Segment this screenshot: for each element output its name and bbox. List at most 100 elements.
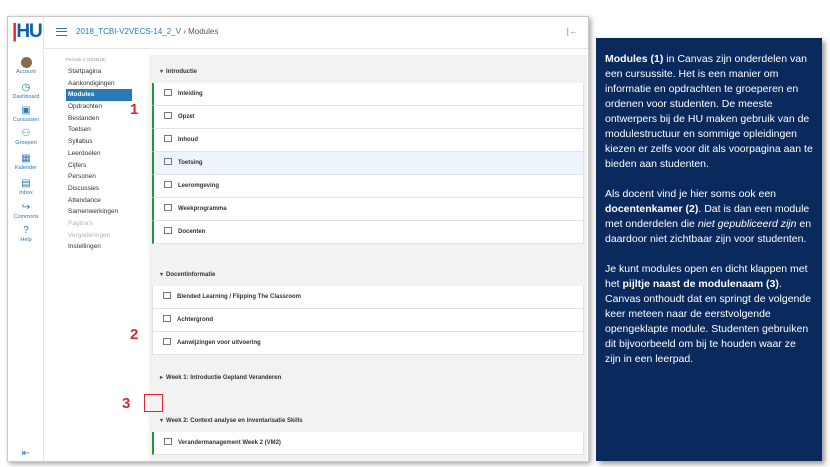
- global-nav-label: Kalender: [14, 165, 38, 171]
- global-nav-groepen[interactable]: ⚇ Groepen: [8, 128, 44, 147]
- account-avatar-icon: [20, 57, 32, 68]
- global-nav-label: Groepen: [15, 140, 37, 146]
- global-nav-label: Inbox: [19, 190, 33, 196]
- global-nav-commons[interactable]: ↪ Commons: [8, 202, 44, 221]
- note-paragraph-2: Als docent vind je hier soms ook een doc…: [605, 188, 812, 245]
- module-item[interactable]: Toetsing: [152, 152, 584, 175]
- calendar-icon: ▦: [21, 153, 31, 164]
- global-nav-label: Commons: [13, 214, 39, 220]
- page-icon: [164, 157, 172, 165]
- global-nav-label: Dashboard: [12, 94, 40, 100]
- dashboard-icon: ◷: [21, 82, 31, 93]
- page-header: 2018_TCBI-V2VECS-14_2_V › Modules |←: [44, 17, 588, 49]
- help-icon: ?: [23, 225, 29, 236]
- page-icon: [164, 111, 172, 119]
- page-icon: [164, 134, 172, 142]
- page-icon: [163, 314, 171, 322]
- module-header[interactable]: ▸ Week 1: Introductie Gepland Veranderen: [152, 367, 584, 389]
- global-nav-kalender[interactable]: ▦ Kalender: [8, 153, 44, 172]
- inbox-icon: ▤: [21, 178, 31, 189]
- module-item[interactable]: Docenten: [152, 221, 584, 244]
- global-nav-help[interactable]: ? Help: [8, 225, 44, 244]
- module-item[interactable]: Inhoud: [152, 129, 584, 152]
- course-nav-modules[interactable]: Modules: [66, 89, 132, 102]
- course-nav-personen[interactable]: Personen: [66, 171, 146, 183]
- annotation-number-1: 1: [130, 101, 139, 118]
- module-title: Week 2: Context analyse en inventarisati…: [166, 418, 303, 424]
- course-nav-samenwerkingen[interactable]: Samenwerkingen: [66, 206, 146, 218]
- global-navigation: |HU Account ◷ Dashboard ▣ Cursussen ⚇ Groepen ▦…: [8, 17, 44, 461]
- global-nav-dashboard[interactable]: ◷ Dashboard: [8, 82, 44, 101]
- module-title: Introductie: [166, 69, 198, 75]
- breadcrumb-separator: ›: [183, 27, 186, 36]
- module-title: Week 1: Introductie Gepland Veranderen: [166, 375, 282, 381]
- module-item-title: Toetsing: [178, 160, 203, 166]
- breadcrumb: 2018_TCBI-V2VECS-14_2_V › Modules: [76, 27, 218, 36]
- commons-icon: ↪: [21, 202, 31, 213]
- module-header[interactable]: ▾ Week 2: Context analyse en inventarisat…: [152, 410, 584, 432]
- module-item-title: Weekprogramma: [178, 206, 227, 212]
- note-paragraph-1: Modules (1) in Canvas zijn onderdelen va…: [605, 53, 813, 170]
- hu-logo[interactable]: |HU: [12, 21, 43, 43]
- page-icon: [163, 337, 171, 345]
- course-nav-leerdoelen[interactable]: Leerdoelen: [66, 148, 146, 160]
- module-item[interactable]: Achtergrond: [152, 309, 584, 332]
- page-icon: [164, 88, 172, 96]
- module-title: Docentinformatie: [166, 272, 216, 278]
- module-1: ▾ Introductie Inleiding Opzet Inhoud Toetsing…: [152, 61, 584, 244]
- module-item-title: Blended Learning / Flipping The Classroo…: [177, 294, 302, 300]
- course-period: Periode 4 (2018/19): [66, 57, 106, 62]
- hamburger-icon[interactable]: [56, 28, 67, 36]
- course-nav-attendance[interactable]: Attendance: [66, 195, 146, 207]
- page-icon: [163, 291, 171, 299]
- breadcrumb-course-link[interactable]: 2018_TCBI-V2VECS-14_2_V: [76, 27, 181, 36]
- module-2: ▾ Docentinformatie Blended Learning / Flip…: [152, 264, 584, 355]
- breadcrumb-current: Modules: [188, 27, 219, 36]
- collapse-nav-icon[interactable]: ⇤: [8, 449, 44, 460]
- global-nav-cursussen[interactable]: ▣ Cursussen: [8, 105, 44, 124]
- module-item-title: Aanwijzingen voor uitvoering: [177, 340, 261, 346]
- page-icon: [164, 203, 172, 211]
- global-nav-label: Cursussen: [12, 117, 40, 123]
- course-nav-pagina-s[interactable]: Pagina's: [66, 218, 146, 230]
- module-item[interactable]: Leeromgeving: [152, 175, 584, 198]
- canvas-window: |HU Account ◷ Dashboard ▣ Cursussen ⚇ Groepen ▦…: [7, 16, 589, 462]
- caret-right-icon[interactable]: ▸: [160, 367, 163, 389]
- caret-down-icon[interactable]: ▾: [160, 264, 163, 286]
- courses-icon: ▣: [21, 105, 31, 116]
- page-icon: [164, 437, 172, 445]
- course-nav-toetsen[interactable]: Toetsen: [66, 124, 146, 136]
- global-nav-label: Help: [20, 237, 32, 243]
- module-item[interactable]: Aanwijzingen voor uitvoering: [152, 332, 584, 355]
- module-item[interactable]: Opzet: [152, 106, 584, 129]
- global-nav-inbox[interactable]: ▤ Inbox: [8, 178, 44, 197]
- global-nav-account[interactable]: Account: [8, 57, 44, 75]
- module-item[interactable]: Weekprogramma: [152, 198, 584, 221]
- course-nav-vergaderingen[interactable]: Vergaderingen: [66, 230, 146, 242]
- module-item-title: Inleiding: [178, 91, 203, 97]
- module-item-title: Leeromgeving: [178, 183, 220, 189]
- collapse-icon[interactable]: |←: [567, 26, 578, 36]
- course-navigation: Periode 4 (2018/19) Startpagina Aankondig…: [66, 57, 146, 253]
- course-nav-aankondigingen[interactable]: Aankondigingen: [66, 78, 146, 90]
- module-item[interactable]: Verandermanagement Week 2 (VM2): [152, 432, 584, 455]
- course-nav-discussies[interactable]: Discussies: [66, 183, 146, 195]
- module-item-title: Achtergrond: [177, 317, 213, 323]
- module-item-title: Opzet: [178, 114, 195, 120]
- explanation-panel: Modules (1) in Canvas zijn onderdelen va…: [596, 38, 822, 461]
- course-nav-syllabus[interactable]: Syllabus: [66, 136, 146, 148]
- course-nav-startpagina[interactable]: Startpagina: [66, 66, 146, 78]
- module-item[interactable]: Blended Learning / Flipping The Classroo…: [152, 286, 584, 309]
- caret-down-icon[interactable]: ▾: [160, 61, 163, 83]
- module-item[interactable]: Inleiding: [152, 83, 584, 106]
- course-nav-cijfers[interactable]: Cijfers: [66, 160, 146, 172]
- caret-down-icon[interactable]: ▾: [160, 410, 163, 432]
- course-nav-instellingen[interactable]: Instellingen: [66, 241, 146, 253]
- module-4: ▾ Week 2: Context analyse en inventarisat…: [152, 410, 584, 455]
- groups-icon: ⚇: [21, 128, 31, 139]
- module-header[interactable]: ▾ Introductie: [152, 61, 584, 83]
- note-paragraph-3: Je kunt modules open en dicht klappen me…: [605, 263, 812, 365]
- annotation-number-2: 2: [130, 326, 139, 343]
- modules-content: ▾ Introductie Inleiding Opzet Inhoud Toetsing…: [149, 55, 587, 461]
- module-header[interactable]: ▾ Docentinformatie: [152, 264, 584, 286]
